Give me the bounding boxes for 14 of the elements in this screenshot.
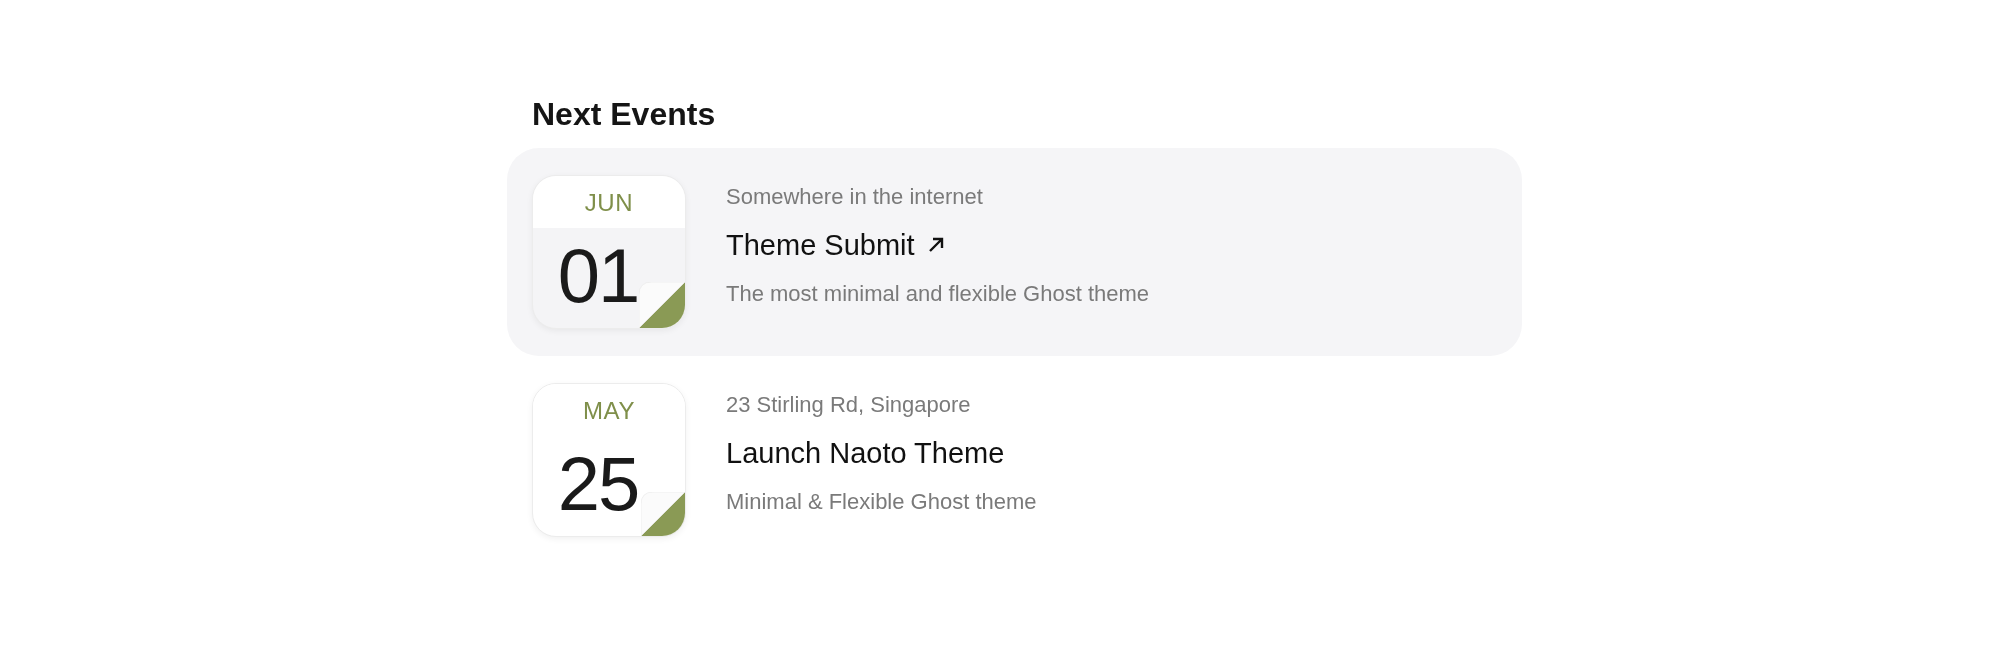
event-card[interactable]: JUN 01 Somewhere in the internet Theme Submit The most minimal and flexible Ghost theme — [507, 148, 1522, 356]
day-number: 25 — [557, 446, 639, 522]
event-title-link[interactable]: Launch Naoto Theme — [726, 435, 1037, 471]
event-description: Minimal & Flexible Ghost theme — [726, 488, 1037, 516]
day-number: 01 — [557, 238, 639, 314]
page-curl-icon — [641, 492, 685, 536]
page-curl-icon — [639, 282, 685, 328]
month-label: JUN — [584, 188, 634, 218]
event-location: 23 Stirling Rd, Singapore — [726, 391, 972, 419]
event-location: Somewhere in the internet — [726, 183, 984, 211]
event-description: The most minimal and flexible Ghost theme — [726, 280, 1150, 308]
month-label: MAY — [583, 396, 635, 426]
event-title-link[interactable]: Theme Submit — [726, 227, 1150, 263]
section-heading: Next Events — [532, 98, 717, 130]
